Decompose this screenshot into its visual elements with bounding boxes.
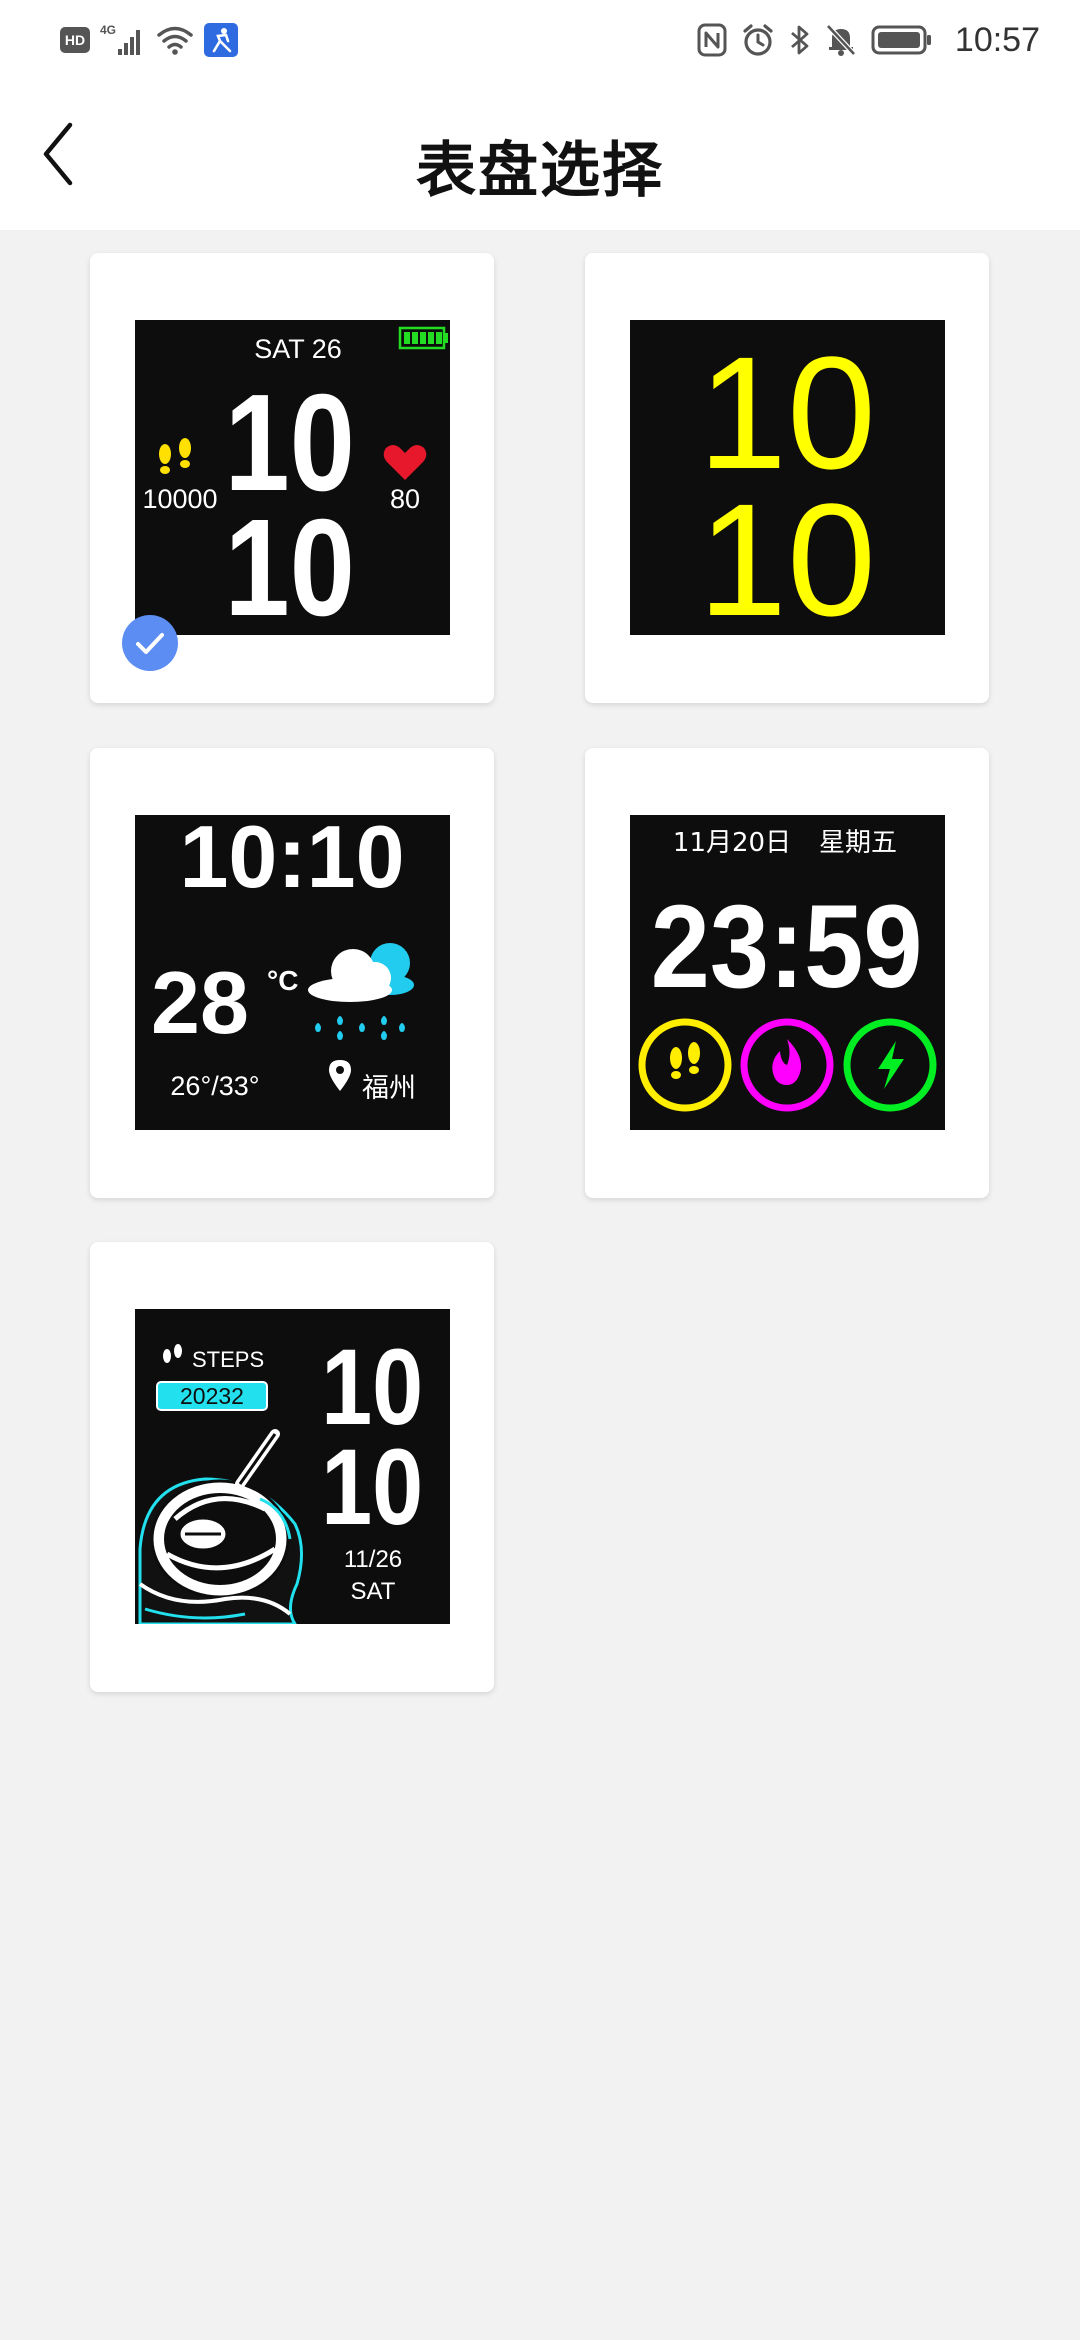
app-notification-icon xyxy=(204,23,238,57)
footprint-icon xyxy=(163,1344,182,1363)
face-heart-rate: 80 xyxy=(390,484,420,514)
watch-face-card-2[interactable]: 10 10 xyxy=(585,253,989,703)
face-date: SAT 26 xyxy=(254,334,342,364)
status-bar-left: HD 4G xyxy=(60,20,238,60)
signal-icon: 4G xyxy=(100,23,146,57)
face-steps: 10000 xyxy=(142,484,217,514)
watch-face-card-5[interactable]: STEPS 20232 10 10 11/26 SAT xyxy=(90,1242,494,1692)
status-bar-right: 10:57 xyxy=(697,18,1040,62)
watch-face-card-4[interactable]: 11月20日 星期五 23:59 xyxy=(585,748,989,1198)
check-icon xyxy=(136,633,164,654)
status-bar: HD 4G 10:57 xyxy=(0,0,1080,80)
hd-label: HD xyxy=(65,32,85,48)
face-steps-label: STEPS xyxy=(192,1347,264,1372)
face-temp-range: 26°/33° xyxy=(170,1071,259,1101)
nfc-icon xyxy=(697,23,727,57)
face-minute: 10 xyxy=(224,491,354,635)
face-temperature: 28 xyxy=(151,953,249,1052)
watch-face-preview: STEPS 20232 10 10 11/26 SAT xyxy=(135,1309,450,1624)
watch-face-preview: 10 10 xyxy=(630,320,945,635)
face-city: 福州 xyxy=(362,1073,416,1104)
location-pin-icon xyxy=(329,1060,351,1091)
face-time: 10:10 xyxy=(179,815,404,906)
footprint-icon xyxy=(159,438,191,474)
face-temp-unit: °C xyxy=(267,965,298,996)
lightning-icon xyxy=(843,1018,937,1112)
watch-face-card-3[interactable]: 10:10 28 °C 26°/33° 福州 xyxy=(90,748,494,1198)
heart-icon xyxy=(383,445,427,480)
status-time: 10:57 xyxy=(954,20,1040,59)
alarm-icon xyxy=(741,23,775,57)
watch-face-card-1[interactable]: SAT 26 10 10 10000 80 xyxy=(90,253,494,703)
flame-icon xyxy=(740,1018,834,1112)
face-minute: 10 xyxy=(698,470,876,635)
face-steps-value: 20232 xyxy=(180,1383,244,1409)
network-label: 4G xyxy=(100,23,116,37)
wifi-icon xyxy=(156,24,194,56)
face-date: 11/26 xyxy=(344,1546,402,1573)
face-weekday: SAT xyxy=(351,1578,396,1605)
face-time: 23:59 xyxy=(651,880,923,1012)
face-weekday: 星期五 xyxy=(819,828,897,858)
cloud-rain-icon xyxy=(308,943,414,1040)
face-date: 11月20日 xyxy=(673,828,791,858)
watch-face-preview: 10:10 28 °C 26°/33° 福州 xyxy=(135,815,450,1130)
astronaut-illustration xyxy=(138,1429,303,1624)
header: 表盘选择 xyxy=(0,80,1080,230)
mute-icon xyxy=(825,23,857,57)
watch-face-preview: 11月20日 星期五 23:59 xyxy=(630,815,945,1130)
battery-icon xyxy=(398,326,448,350)
watch-face-preview: SAT 26 10 10 10000 80 xyxy=(135,320,450,635)
battery-icon xyxy=(871,24,933,56)
footprint-icon xyxy=(638,1018,732,1112)
hd-icon: HD xyxy=(60,26,90,54)
selected-check-badge xyxy=(122,615,178,671)
face-minute: 10 xyxy=(321,1427,423,1548)
bluetooth-icon xyxy=(789,23,811,57)
page-title: 表盘选择 xyxy=(416,136,664,206)
